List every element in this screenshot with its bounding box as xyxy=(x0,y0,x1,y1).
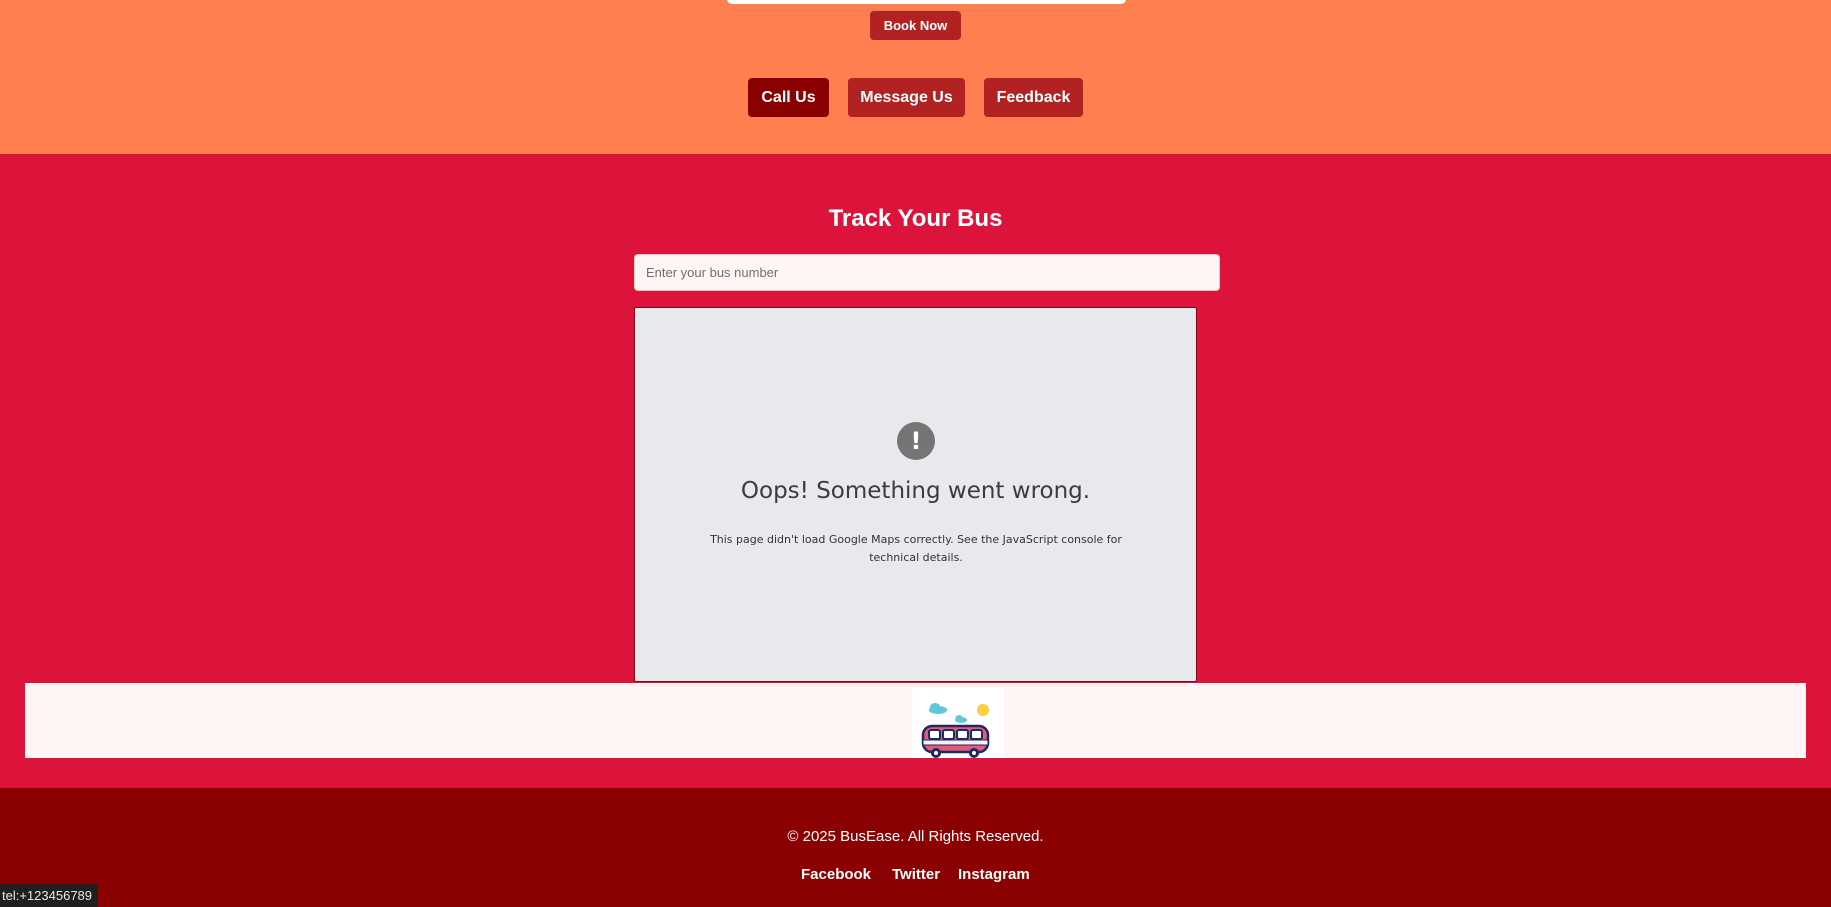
bus-banner xyxy=(25,683,1806,758)
map-error-title: Oops! Something went wrong. xyxy=(740,478,1091,504)
message-us-button[interactable]: Message Us xyxy=(848,78,965,117)
booking-section: Book Now Call Us Message Us Feedback xyxy=(0,0,1831,154)
bus-illustration xyxy=(912,688,1004,758)
facebook-link[interactable]: Facebook xyxy=(801,866,871,883)
bus-number-input[interactable] xyxy=(634,254,1220,291)
copyright-text: © 2025 BusEase. All Rights Reserved. xyxy=(787,828,1044,845)
link-status-bar: tel:+123456789 xyxy=(0,884,99,907)
call-us-button[interactable]: Call Us xyxy=(748,78,829,117)
bus-icon xyxy=(921,703,990,758)
booking-input-edge[interactable] xyxy=(727,0,1126,4)
feedback-button[interactable]: Feedback xyxy=(984,78,1083,117)
footer: © 2025 BusEase. All Rights Reserved. Fac… xyxy=(0,788,1831,907)
instagram-link[interactable]: Instagram xyxy=(958,866,1030,883)
map-error-description: This page didn't load Google Maps correc… xyxy=(710,533,1122,564)
error-exclamation-icon: ! xyxy=(897,422,935,460)
map-container[interactable]: ! Oops! Something went wrong. This page … xyxy=(634,307,1197,682)
book-now-button[interactable]: Book Now xyxy=(870,11,961,40)
track-bus-title: Track Your Bus xyxy=(828,205,1003,232)
twitter-link[interactable]: Twitter xyxy=(892,866,940,883)
